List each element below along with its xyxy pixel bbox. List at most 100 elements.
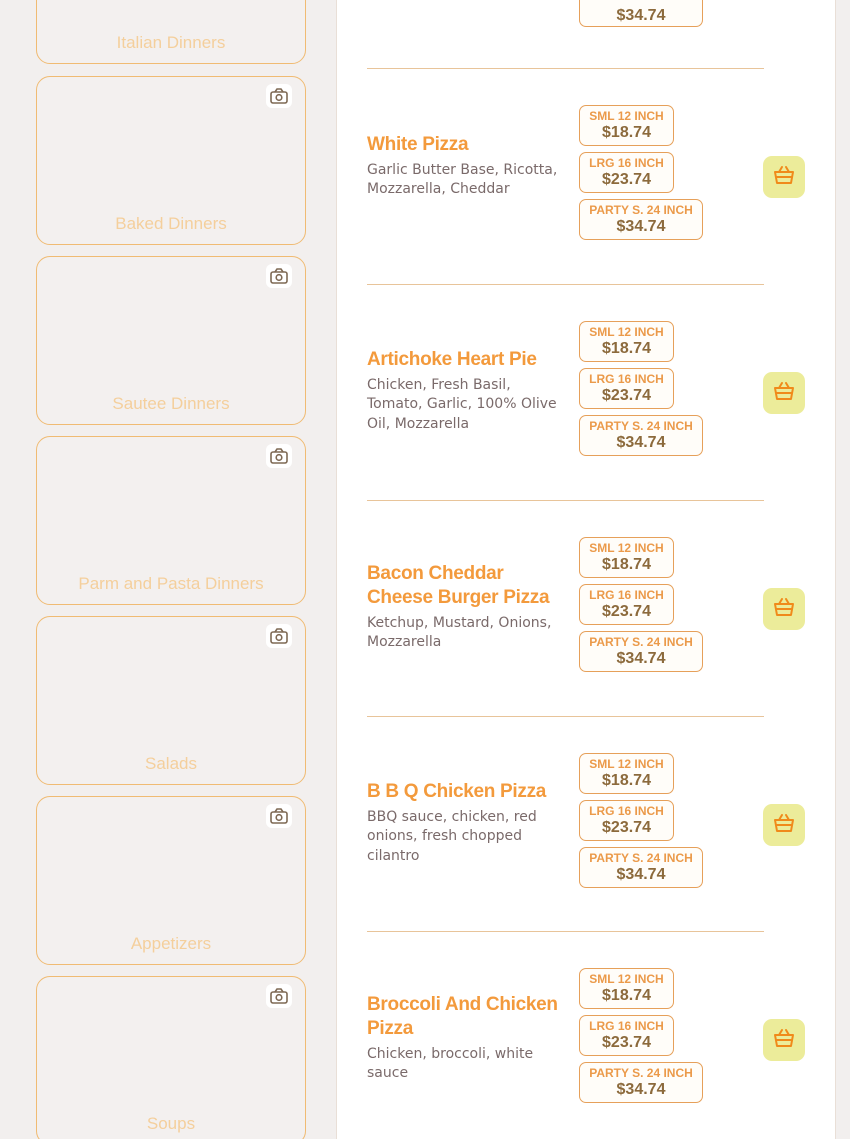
item-description: BBQ sauce, chicken, red onions, fresh ch… — [367, 809, 537, 864]
menu-item: Broccoli And Chicken Pizza Chicken, broc… — [367, 931, 837, 1139]
price-option-small[interactable]: SML 12 INCH $18.74 — [579, 537, 674, 578]
add-to-cart-button[interactable] — [763, 804, 805, 846]
category-name: Sautee Dinners — [112, 394, 230, 413]
add-to-cart-button[interactable] — [763, 1019, 805, 1061]
camera-icon — [266, 264, 292, 288]
price-value: $18.74 — [602, 124, 651, 141]
price-value: $34.74 — [616, 7, 666, 24]
price-list: SML 12 INCH $18.74 LRG 16 INCH $23.74 PA… — [579, 321, 703, 462]
basket-icon — [773, 813, 795, 837]
category-name: Baked Dinners — [115, 214, 227, 233]
camera-icon — [266, 84, 292, 108]
item-description: Ketchup, Mustard, Onions, Mozzarella — [367, 615, 552, 651]
price-option-large[interactable]: LRG 16 INCH $23.74 — [579, 1015, 674, 1056]
price-value: $34.74 — [616, 434, 666, 451]
price-value: $23.74 — [602, 387, 651, 404]
menu-item: Bacon Cheddar Cheese Burger Pizza Ketchu… — [367, 500, 837, 716]
price-value: $18.74 — [602, 987, 651, 1004]
price-value: $18.74 — [602, 340, 651, 357]
price-list: SML 12 INCH $18.74 LRG 16 INCH $23.74 PA… — [579, 753, 703, 894]
basket-icon — [773, 1028, 795, 1052]
price-list: SML 12 INCH $18.74 LRG 16 INCH $23.74 PA… — [579, 537, 703, 678]
price-size: LRG 16 INCH — [589, 588, 664, 602]
price-option-small[interactable]: SML 12 INCH $18.74 — [579, 968, 674, 1009]
item-title[interactable]: Bacon Cheddar Cheese Burger Pizza — [367, 562, 562, 610]
basket-icon — [773, 381, 795, 405]
category-card-parm-and-pasta-dinners[interactable]: Parm and Pasta Dinners — [36, 436, 306, 605]
category-card-salads[interactable]: Salads — [36, 616, 306, 785]
price-size: LRG 16 INCH — [589, 372, 664, 386]
category-name: Parm and Pasta Dinners — [78, 574, 264, 593]
item-info: Artichoke Heart Pie Chicken, Fresh Basil… — [367, 348, 562, 434]
price-value: $23.74 — [602, 1034, 651, 1051]
menu-items-panel: $34.74 White Pizza Garlic Butter Base, R… — [336, 0, 836, 1139]
price-option-party[interactable]: $34.74 — [579, 0, 703, 27]
price-size: PARTY S. 24 INCH — [589, 419, 693, 433]
price-list: SML 12 INCH $18.74 LRG 16 INCH $23.74 PA… — [579, 968, 703, 1109]
price-list: SML 12 INCH $18.74 LRG 16 INCH $23.74 PA… — [579, 105, 703, 246]
price-size: SML 12 INCH — [589, 757, 664, 771]
item-title[interactable]: Artichoke Heart Pie — [367, 348, 562, 372]
price-size: LRG 16 INCH — [589, 156, 664, 170]
category-name: Soups — [146, 1114, 196, 1133]
add-to-cart-button[interactable] — [763, 156, 805, 198]
category-card-appetizers[interactable]: Appetizers — [36, 796, 306, 965]
price-option-small[interactable]: SML 12 INCH $18.74 — [579, 753, 674, 794]
price-value: $18.74 — [602, 772, 651, 789]
camera-icon — [266, 804, 292, 828]
category-name: Salads — [145, 754, 197, 773]
price-option-party[interactable]: PARTY S. 24 INCH $34.74 — [579, 847, 703, 888]
price-value: $34.74 — [616, 218, 666, 235]
camera-icon — [266, 444, 292, 468]
category-name: Appetizers — [130, 934, 212, 953]
item-info: Broccoli And Chicken Pizza Chicken, broc… — [367, 993, 562, 1084]
price-option-party[interactable]: PARTY S. 24 INCH $34.74 — [579, 415, 703, 456]
price-size: PARTY S. 24 INCH — [589, 1066, 693, 1080]
category-card-italian-dinners[interactable]: Italian Dinners — [36, 0, 306, 64]
item-title[interactable]: Broccoli And Chicken Pizza — [367, 993, 562, 1041]
camera-icon — [266, 624, 292, 648]
price-option-large[interactable]: LRG 16 INCH $23.74 — [579, 368, 674, 409]
category-name: Italian Dinners — [116, 33, 226, 52]
price-value: $23.74 — [602, 171, 651, 188]
price-size: LRG 16 INCH — [589, 804, 664, 818]
price-option-small[interactable]: SML 12 INCH $18.74 — [579, 105, 674, 146]
price-size: PARTY S. 24 INCH — [589, 203, 693, 217]
item-description: Garlic Butter Base, Ricotta, Mozzarella,… — [367, 162, 558, 198]
menu-item: Artichoke Heart Pie Chicken, Fresh Basil… — [367, 284, 837, 500]
item-title[interactable]: White Pizza — [367, 133, 562, 157]
item-description: Chicken, Fresh Basil, Tomato, Garlic, 10… — [367, 377, 557, 432]
add-to-cart-button[interactable] — [763, 588, 805, 630]
price-size: SML 12 INCH — [589, 325, 664, 339]
price-value: $34.74 — [616, 866, 666, 883]
price-option-large[interactable]: LRG 16 INCH $23.74 — [579, 152, 674, 193]
price-value: $23.74 — [602, 819, 651, 836]
category-card-soups[interactable]: Soups — [36, 976, 306, 1139]
price-option-large[interactable]: LRG 16 INCH $23.74 — [579, 800, 674, 841]
item-info: B B Q Chicken Pizza BBQ sauce, chicken, … — [367, 780, 562, 866]
menu-item: B B Q Chicken Pizza BBQ sauce, chicken, … — [367, 716, 837, 932]
price-option-party[interactable]: PARTY S. 24 INCH $34.74 — [579, 199, 703, 240]
price-size: PARTY S. 24 INCH — [589, 635, 693, 649]
price-option-party[interactable]: PARTY S. 24 INCH $34.74 — [579, 631, 703, 672]
price-value: $23.74 — [602, 603, 651, 620]
price-list-partial: $34.74 — [579, 0, 703, 33]
basket-icon — [773, 165, 795, 189]
item-description: Chicken, broccoli, white sauce — [367, 1046, 534, 1082]
price-option-party[interactable]: PARTY S. 24 INCH $34.74 — [579, 1062, 703, 1103]
price-value: $34.74 — [616, 650, 666, 667]
camera-icon — [266, 984, 292, 1008]
price-option-small[interactable]: SML 12 INCH $18.74 — [579, 321, 674, 362]
price-size: LRG 16 INCH — [589, 1019, 664, 1033]
add-to-cart-button[interactable] — [763, 372, 805, 414]
price-option-large[interactable]: LRG 16 INCH $23.74 — [579, 584, 674, 625]
category-card-baked-dinners[interactable]: Baked Dinners — [36, 76, 306, 245]
price-size: SML 12 INCH — [589, 541, 664, 555]
price-size: SML 12 INCH — [589, 972, 664, 986]
price-size: SML 12 INCH — [589, 109, 664, 123]
item-info: Bacon Cheddar Cheese Burger Pizza Ketchu… — [367, 562, 562, 653]
category-card-sautee-dinners[interactable]: Sautee Dinners — [36, 256, 306, 425]
price-value: $18.74 — [602, 556, 651, 573]
item-title[interactable]: B B Q Chicken Pizza — [367, 780, 562, 804]
basket-icon — [773, 597, 795, 621]
